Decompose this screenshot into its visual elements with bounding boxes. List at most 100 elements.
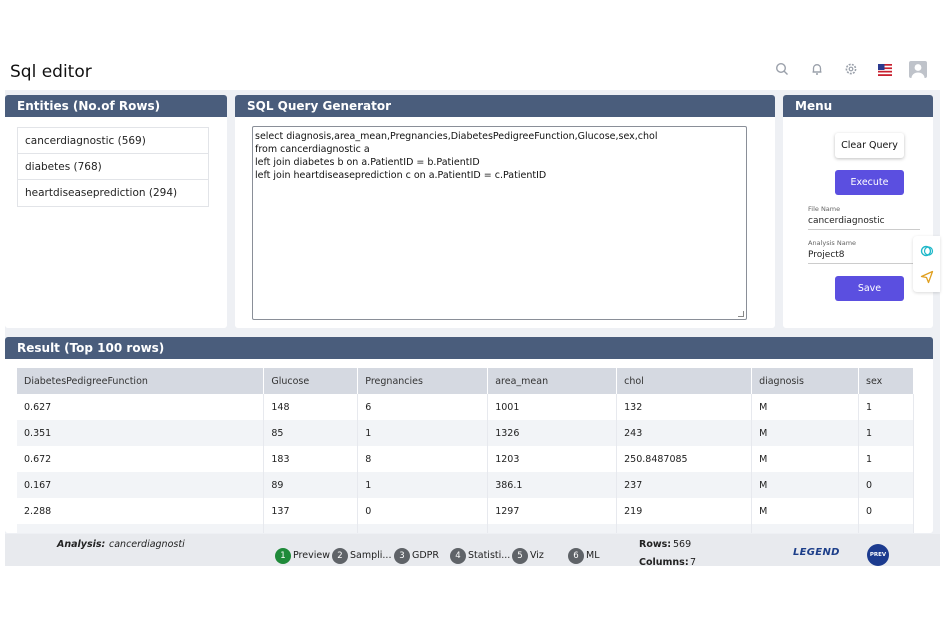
column-header[interactable]: diagnosis: [751, 368, 859, 394]
analysis-name-label: Analysis Name: [808, 239, 857, 247]
table-cell: 183: [263, 446, 359, 472]
step-number: 6: [568, 548, 584, 564]
column-header[interactable]: area_mean: [487, 368, 618, 394]
table-cell: 386.1: [487, 472, 618, 498]
table-cell: 0: [858, 498, 914, 524]
step-label: ML: [586, 550, 600, 561]
table-cell: 219: [616, 498, 753, 524]
entity-item-cancerdiagnostic[interactable]: cancerdiagnostic (569): [18, 128, 208, 154]
table-cell: 0: [357, 498, 489, 524]
prev-logo: PREV: [867, 544, 889, 566]
entity-item-diabetes[interactable]: diabetes (768): [18, 154, 208, 180]
analysis-label: Analysis:: [57, 539, 106, 550]
table-cell: [263, 524, 359, 533]
execute-button[interactable]: Execute: [835, 170, 904, 195]
result-panel-title: Result (Top 100 rows): [5, 337, 933, 359]
menu-panel-title: Menu: [783, 95, 933, 117]
file-name-label: File Name: [808, 205, 841, 213]
table-cell: 137: [263, 498, 359, 524]
us-flag-icon[interactable]: [878, 63, 892, 76]
table-header-row: DiabetesPedigreeFunction Glucose Pregnan…: [17, 368, 914, 394]
table-row: 2.288 137 0 1297 219 M 0: [17, 498, 914, 524]
step-number: 2: [332, 548, 348, 564]
table-row: 0.167 89 1 386.1 237 M 0: [17, 472, 914, 498]
table-cell: [487, 524, 618, 533]
table-cell: 1: [357, 472, 489, 498]
clear-query-button[interactable]: Clear Query: [835, 133, 904, 158]
user-avatar-icon[interactable]: [909, 61, 927, 78]
table-cell: 0.167: [17, 472, 265, 498]
analysis-name-input[interactable]: Project8: [808, 250, 920, 264]
step-viz[interactable]: 5 Viz: [512, 548, 557, 564]
step-sampling[interactable]: 2 Sampli...: [332, 548, 392, 564]
column-header[interactable]: DiabetesPedigreeFunction: [17, 368, 265, 394]
top-header: Sql editor: [0, 50, 945, 90]
table-row: 0.351 85 1 1326 243 M 1: [17, 420, 914, 446]
table-row: 0.672 183 8 1203 250.8487085 M 1: [17, 446, 914, 472]
sql-panel-title: SQL Query Generator: [235, 95, 775, 117]
step-gdpr[interactable]: 3 GDPR: [394, 548, 449, 564]
menu-panel: Menu Clear Query Execute File Name cance…: [783, 95, 933, 328]
sql-query-textarea[interactable]: select diagnosis,area_mean,Pregnancies,D…: [252, 126, 747, 320]
result-table: DiabetesPedigreeFunction Glucose Pregnan…: [17, 368, 914, 533]
table-cell: 1: [357, 420, 489, 446]
sql-query-generator-panel: SQL Query Generator select diagnosis,are…: [235, 95, 775, 328]
textarea-resize-handle[interactable]: [738, 311, 744, 317]
gear-icon[interactable]: [843, 62, 859, 78]
bell-icon[interactable]: [809, 62, 825, 78]
column-header[interactable]: Pregnancies: [357, 368, 489, 394]
step-number: 5: [512, 548, 528, 564]
table-cell: 237: [616, 472, 753, 498]
table-cell: M: [751, 472, 859, 498]
table-cell: 1: [858, 446, 914, 472]
table-cell: 148: [263, 394, 359, 420]
column-header[interactable]: Glucose: [263, 368, 359, 394]
table-cell: [616, 524, 753, 533]
table-cell: 0: [858, 472, 914, 498]
step-label: Preview: [293, 550, 330, 561]
table-cell: 0.351: [17, 420, 265, 446]
table-cell: 1297: [487, 498, 618, 524]
column-header[interactable]: chol: [616, 368, 753, 394]
table-cell: 0.672: [17, 446, 265, 472]
sql-editor-app: Sql editor Entities (No.of Rows) cancerd…: [0, 0, 945, 630]
legend-logo: LEGEND: [793, 547, 840, 558]
step-number: 1: [275, 548, 291, 564]
sql-line: left join heartdiseaseprediction c on a.…: [255, 170, 547, 181]
rows-label: Rows:: [639, 539, 672, 550]
step-label: Sampli...: [350, 550, 392, 561]
table-cell: 0.627: [17, 394, 265, 420]
table-cell: [17, 524, 265, 533]
step-ml[interactable]: 6 ML: [568, 548, 613, 564]
send-icon[interactable]: [920, 270, 934, 284]
table-cell: M: [751, 394, 859, 420]
search-icon[interactable]: [774, 62, 790, 78]
table-cell: 6: [357, 394, 489, 420]
table-cell: M: [751, 498, 859, 524]
chat-bubble-icon[interactable]: [920, 244, 934, 258]
file-name-input[interactable]: cancerdiagnostic: [808, 216, 920, 230]
sql-line: from cancerdiagnostic a: [255, 144, 370, 155]
sql-line: select diagnosis,area_mean,Pregnancies,D…: [255, 131, 658, 142]
analysis-value: cancerdiagnosti: [109, 539, 185, 550]
table-cell: M: [751, 446, 859, 472]
rows-value: 569: [673, 539, 692, 550]
table-cell: 250.8487085: [616, 446, 753, 472]
result-table-container[interactable]: DiabetesPedigreeFunction Glucose Pregnan…: [17, 368, 914, 533]
page-title: Sql editor: [10, 62, 92, 82]
entity-item-heartdiseaseprediction[interactable]: heartdiseaseprediction (294): [18, 180, 208, 206]
table-cell: 1326: [487, 420, 618, 446]
table-cell: 89: [263, 472, 359, 498]
step-label: GDPR: [412, 550, 440, 561]
table-cell: M: [751, 420, 859, 446]
step-label: Statisti...: [468, 550, 511, 561]
step-label: Viz: [530, 550, 544, 561]
step-statistics[interactable]: 4 Statisti...: [450, 548, 510, 564]
result-panel: Result (Top 100 rows) DiabetesPedigreeFu…: [5, 337, 933, 533]
save-button[interactable]: Save: [835, 276, 904, 301]
floating-side-toolbar: [913, 236, 940, 292]
table-cell: [858, 524, 914, 533]
table-row: 0.627 148 6 1001 132 M 1: [17, 394, 914, 420]
column-header[interactable]: sex: [858, 368, 914, 394]
step-preview[interactable]: 1 Preview: [275, 548, 335, 564]
